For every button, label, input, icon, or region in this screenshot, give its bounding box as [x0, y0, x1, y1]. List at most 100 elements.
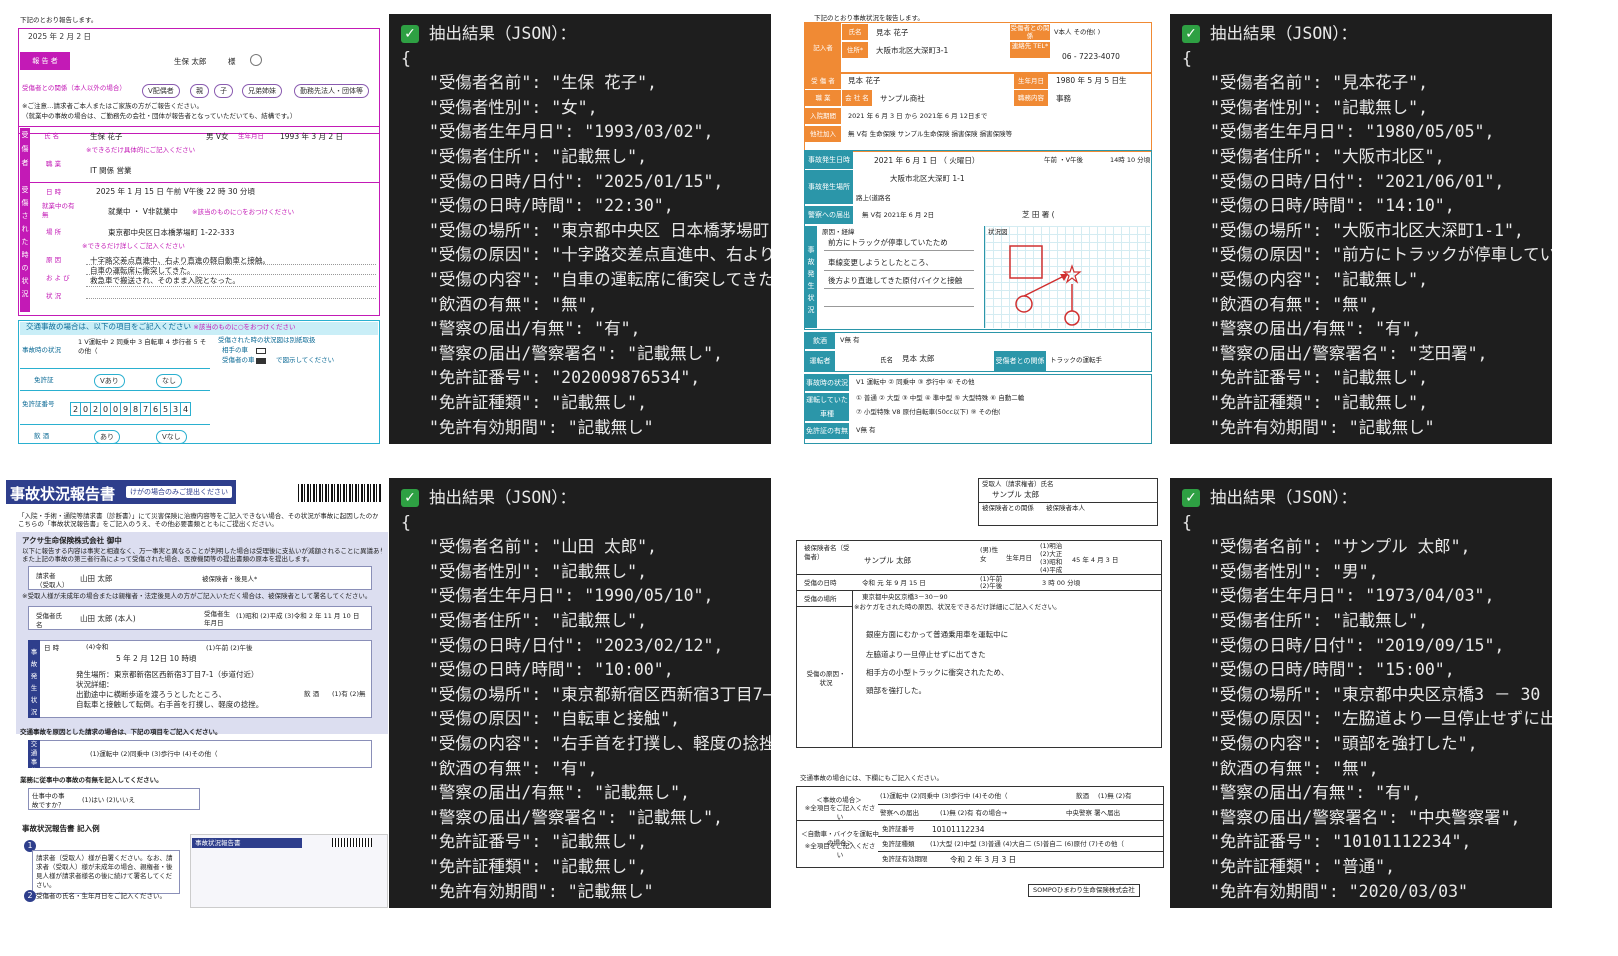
license-label: 免許証: [34, 376, 54, 384]
json-line: "受傷の日時/日付": "2025/01/15",: [429, 171, 724, 191]
json-line: "免許有効期間": "記載無し": [429, 881, 654, 901]
traffic-title: 交通事故の場合は、以下の項目をご記入ください ※該当のものに○をおつけください: [20, 322, 378, 335]
traffic-row: (1)運転中 (2)同乗中 (3)歩行中 (4)その他（: [90, 750, 218, 758]
legend-note: で図示してください: [276, 356, 335, 364]
json-line: "免許証種類": "記載無し",: [429, 856, 648, 876]
license-no-label: 免許証番号: [22, 400, 55, 408]
car-icon: [1015, 295, 1033, 313]
addr-value: 大阪市北区大深町3-1: [876, 46, 949, 55]
work-note: ※該当のものに○をおつけください: [192, 208, 295, 216]
date-value: 令和 元 年 9 月 15 日: [862, 579, 926, 587]
injured-box: [18, 126, 380, 316]
date-label: 受傷の日時: [804, 579, 837, 587]
json-line: "受傷の原因": "自転車と接触",: [429, 709, 681, 729]
company-note-2: また上記の事故の第三者行為によって受傷された場合、医療機関等の提出書類の原本を提…: [22, 555, 314, 563]
license-digit: 4: [180, 402, 191, 416]
relation-value: V本人 その他( ): [1054, 28, 1101, 36]
json-line: "警察の届出/有無": "有",: [429, 319, 641, 339]
json-line: "免許証種類": "記載無し",: [429, 392, 648, 412]
mini-barcode-icon: [332, 838, 372, 847]
name-value: 見本 花子: [876, 28, 909, 37]
payee-label: 受取人（請求権者）氏名: [982, 480, 1054, 488]
drink-label: 飲酒: [805, 333, 835, 349]
relation-label: 受傷者との関係: [1010, 24, 1050, 40]
json-output-3: ✓ 抽出結果（JSON）： {"受傷者名前": "山田 太郎", "受傷者性別": …: [389, 478, 771, 908]
example-title: 事故状況報告書 記入例: [22, 824, 100, 833]
cause-line-3: 救急車で搬送され、そのまま入院となった。: [90, 276, 240, 285]
relation-label: 受傷者との関係（本人以外の場合）: [22, 84, 126, 92]
place-value: 東京都新宿区西新宿3丁目7-1（歩道付近）: [114, 670, 259, 679]
traffic-title: 交通事故の場合には、下欄にもご記入ください。: [800, 774, 943, 782]
json-line: "警察の届出/有無": "有",: [1210, 319, 1422, 339]
relation-opt-spouse: V配偶者: [142, 84, 180, 98]
lic-exp-label: 免許証有効期限: [882, 855, 928, 863]
json-line: "受傷の原因": "十字路交差点直進中、右より直進: [429, 245, 771, 265]
intro-text: 下記のとおり報告します。: [20, 16, 98, 24]
cause-note: ※おケガをされた時の原因、状況をできるだけ詳細にご記入ください。: [854, 603, 1061, 611]
json-line: "受傷の日時/日付": "2019/09/15",: [1210, 635, 1505, 655]
json-line: "受傷の内容": "自車の運転席に衝突してきた。救: [429, 269, 771, 289]
json-line: "受傷の場所": "東京都新宿区西新宿3丁目7−1（: [429, 684, 771, 704]
work-title: 業務に従事中の事故の有無を記入してください。: [20, 776, 163, 784]
ampm-label: (1)午前 (2)午後: [206, 644, 253, 652]
injured-side-label: 受傷者: [20, 128, 30, 186]
time-value: 14時 10 分頃: [1110, 156, 1151, 164]
job-hint: ※できるだけ具体的にご記入ください: [86, 146, 196, 154]
json-line: "飲酒の有無": "無",: [1210, 294, 1379, 314]
json-header: 抽出結果（JSON）：: [429, 24, 576, 43]
json-line: "免許有効期間": "記載無し": [429, 417, 654, 437]
title-tag: けがの場合のみご提出ください: [126, 486, 232, 498]
legend-self: 受傷者の車: [222, 356, 255, 364]
check-icon: ✓: [401, 25, 419, 44]
and-label: お よ び: [46, 274, 70, 282]
opp-relation-label: 受傷者との関係: [994, 351, 1046, 371]
accident-diagram: [1009, 245, 1082, 326]
job-label: 職 業: [805, 90, 841, 106]
dob-value: 45 年 4 月 3 日: [1072, 556, 1119, 564]
relation-opt-parent: 親: [190, 84, 209, 98]
diagram-note: 受傷された時の状況図は別紙取扱: [218, 336, 316, 344]
check-icon: ✓: [401, 489, 419, 508]
dob-era: (1)明治 (2)大正 (3)昭和 (4)平成: [1040, 542, 1063, 574]
dob-value: 1993 年 3 月 2 日: [280, 132, 344, 141]
name-value: 生保 花子: [90, 132, 123, 141]
dob-label: 生年月日: [1006, 554, 1032, 562]
sex-value: 男 V女: [206, 132, 229, 141]
drink-label: 飲 酒: [304, 690, 320, 698]
json-close-brace: }: [1182, 440, 1540, 444]
vehicle-label: 運転していた車種: [805, 393, 849, 421]
divider: [20, 182, 380, 183]
addr-label: 住所*: [842, 42, 868, 58]
lic-type-label: 免許証種類: [882, 840, 915, 848]
injured-label: 受傷者氏名: [36, 612, 62, 629]
legend-opp: 相手の車: [222, 346, 248, 354]
json-open-brace: {: [401, 48, 411, 68]
check-icon: ✓: [1182, 25, 1200, 44]
dob-label: 生年月日: [1014, 73, 1048, 89]
intro-2: こちらの「事故状況報告書」をご記入のうえ、その他必要書類とともにご提出ください。: [18, 520, 278, 528]
dob-value: (1)昭和 (2)平成 (3)令和 2 年 11 月 10 日: [236, 612, 360, 620]
drink-label: 飲 酒: [34, 432, 50, 440]
cause-line-4: 頭部を強打した。: [866, 686, 926, 695]
place-label: 発生場所：: [76, 670, 114, 679]
claimant-label: 記入者: [805, 23, 841, 73]
drive-label: 運転者: [805, 351, 835, 371]
json-open-brace: {: [401, 512, 411, 532]
json-line: "受傷者住所": "記載無し",: [1210, 610, 1429, 630]
job-value: IT 関係 営業: [90, 166, 132, 175]
seal-icon: [250, 54, 262, 66]
relation-opt-sibling: 兄弟姉妹: [242, 84, 282, 98]
json-line: "受傷者生年月日": "1993/03/02",: [429, 122, 714, 142]
detail-line-1: 出勤途中に横断歩道を渡ろうとしたところ、: [76, 690, 226, 699]
note-2: （就業中の事故の場合は、ご勤務先の会社・団体が報告者となっていただいても、結構で…: [22, 112, 297, 120]
json-line: "受傷の原因": "左脇道より一旦停止せずに出てき: [1210, 709, 1552, 729]
json-line: "警察の届出/警察署名": "中央警察署",: [1210, 807, 1521, 827]
situation-side-label: 受傷された時の状況: [20, 184, 30, 312]
status-label: 事故時の状況: [805, 375, 849, 391]
cause-line-3: 相手方の小型トラックに衝突されたため、: [866, 668, 1009, 677]
place-value: 東京都中央区京橋3－30－90: [862, 593, 948, 601]
police-label: 警察への届出: [805, 206, 853, 224]
place-label: 場 所: [46, 228, 62, 236]
police-station: 中央警察 署へ届出: [1066, 809, 1121, 817]
work-value: 就業中 ・ V非就業中: [108, 207, 178, 216]
